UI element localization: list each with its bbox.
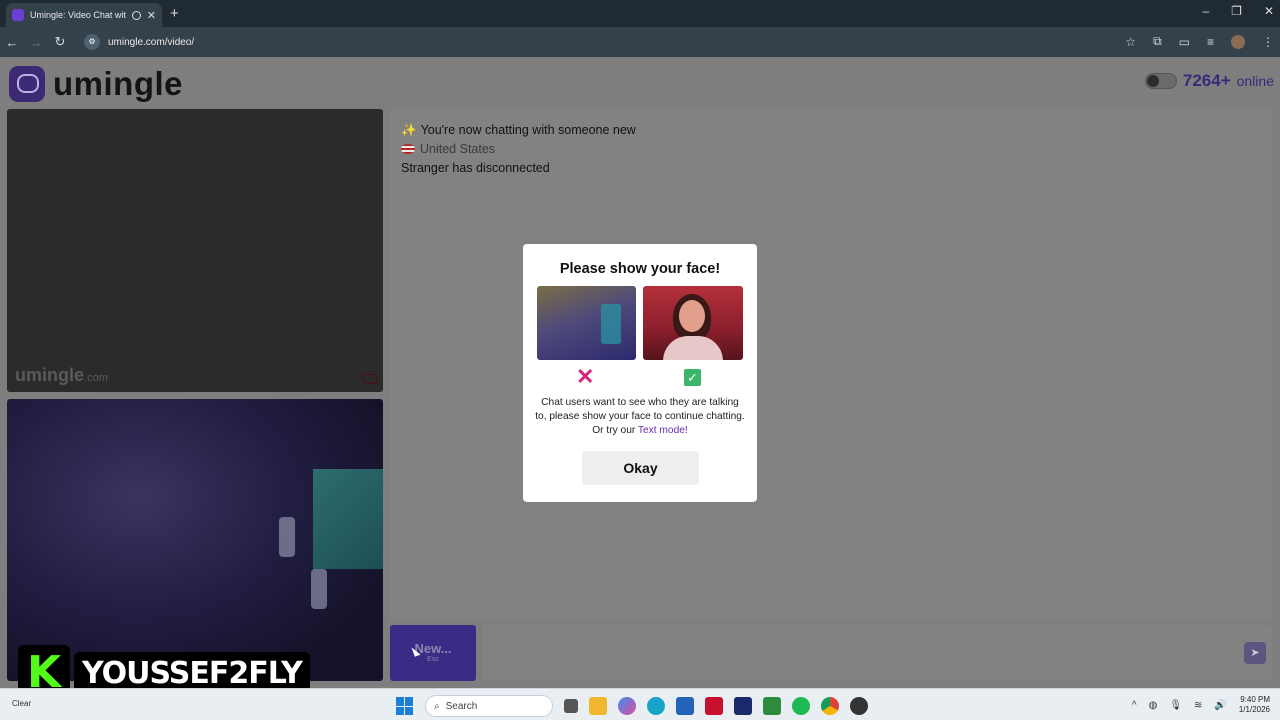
chat-message: United States xyxy=(401,142,495,156)
example-images xyxy=(537,286,743,360)
online-indicator: 7264+ online xyxy=(1144,71,1274,91)
example-body xyxy=(663,336,723,360)
cross-icon: ✕ xyxy=(576,364,595,389)
copilot-icon[interactable] xyxy=(618,697,636,715)
clock[interactable]: 9:40 PM 1/1/2026 xyxy=(1239,695,1270,715)
site-logo[interactable]: umingle xyxy=(9,65,183,103)
cast-icon[interactable]: ▭ xyxy=(1179,35,1190,49)
send-icon[interactable]: ➤ xyxy=(1244,642,1266,664)
chrome-icon[interactable] xyxy=(821,697,839,715)
system-tray: ^ ◍ 🎙 ≋ 🔊 9:40 PM 1/1/2026 xyxy=(1132,695,1270,715)
clock-time: 9:40 PM xyxy=(1240,695,1270,704)
xbox-icon[interactable] xyxy=(763,697,781,715)
reload-icon[interactable]: ↻ xyxy=(48,34,72,50)
forward-arrow-icon[interactable]: → xyxy=(24,35,48,50)
taskbar-apps: ⌕ Search xyxy=(396,695,868,717)
sparkle-icon: ✨ xyxy=(401,123,417,137)
store-icon[interactable] xyxy=(676,697,694,715)
tab-title: Umingle: Video Chat with S xyxy=(30,10,126,20)
network-icon[interactable]: ◍ xyxy=(1149,700,1158,711)
background-poster xyxy=(313,469,383,569)
background-bottle xyxy=(311,569,327,609)
clock-date: 1/1/2026 xyxy=(1238,705,1270,714)
browser-tab[interactable]: Umingle: Video Chat with S ✕ xyxy=(6,3,162,27)
taskbar-search[interactable]: ⌕ Search xyxy=(425,695,553,717)
address-bar[interactable]: ⚙ umingle.com/video/ xyxy=(80,31,1120,53)
recording-icon xyxy=(131,10,141,20)
mcafee-icon[interactable] xyxy=(705,697,723,715)
online-label: online xyxy=(1236,73,1274,89)
profile-avatar[interactable] xyxy=(1231,34,1245,49)
browser-tools: ☆ ⧉ ▭ ≡ ⋮ xyxy=(1125,34,1274,49)
example-face xyxy=(679,300,705,332)
reading-list-icon[interactable]: ≡ xyxy=(1207,35,1214,49)
chat-message: Stranger has disconnected xyxy=(401,161,550,175)
online-count: 7264+ xyxy=(1182,71,1231,90)
video-watermark: umingle.com xyxy=(15,365,108,385)
file-explorer-icon[interactable] xyxy=(589,697,607,715)
message-input[interactable]: ➤ xyxy=(482,625,1272,681)
close-tab-icon[interactable]: ✕ xyxy=(147,9,156,22)
url-text[interactable]: umingle.com/video/ xyxy=(108,37,194,48)
spotify-icon[interactable] xyxy=(792,697,810,715)
volume-icon[interactable]: 🔊 xyxy=(1214,700,1226,711)
text-mode-link[interactable]: Text mode! xyxy=(638,425,688,436)
edge-icon[interactable] xyxy=(647,697,665,715)
checkmark-icon: ✓ xyxy=(684,369,701,386)
new-tab-button[interactable]: + xyxy=(170,5,179,22)
us-flag-icon xyxy=(401,144,415,154)
browser-toolbar: ← → ↻ ⚙ umingle.com/video/ ☆ ⧉ ▭ ≡ ⋮ xyxy=(0,27,1280,57)
search-icon: ⌕ xyxy=(434,700,440,712)
chat-bubble-logo-icon xyxy=(9,66,45,102)
bad-example-image xyxy=(537,286,636,360)
chat-message: ✨ You're now chatting with someone new xyxy=(401,123,636,137)
okay-button[interactable]: Okay xyxy=(582,451,699,485)
window-controls: – ❐ ✕ xyxy=(1202,4,1274,18)
new-chat-label: New... xyxy=(414,641,452,656)
logo-text: umingle xyxy=(53,65,184,102)
close-window-button[interactable]: ✕ xyxy=(1264,4,1274,18)
umingle-favicon-icon xyxy=(12,9,24,21)
dialog-title: Please show your face! xyxy=(559,261,721,277)
background-bottle xyxy=(279,517,295,557)
windows-taskbar: Clear ⌕ Search ^ ◍ 🎙 ≋ 🔊 9:40 PM 1/1/2026 xyxy=(0,688,1280,720)
site-info-icon[interactable]: ⚙ xyxy=(84,34,100,50)
dialog-description: Chat users want to see who they are talk… xyxy=(535,397,745,436)
task-view-icon[interactable] xyxy=(564,699,578,713)
new-chat-hint: Esc xyxy=(427,656,439,663)
good-example-image xyxy=(643,286,743,360)
back-arrow-icon[interactable]: ← xyxy=(0,35,24,50)
menu-icon[interactable]: ⋮ xyxy=(1262,35,1274,49)
dark-mode-toggle[interactable] xyxy=(1144,73,1177,89)
chevron-up-icon[interactable]: ^ xyxy=(1132,700,1137,711)
mic-icon[interactable]: 🎙 xyxy=(1169,700,1182,711)
obs-icon[interactable] xyxy=(850,697,868,715)
report-flag-icon[interactable] xyxy=(363,374,377,384)
browser-tab-bar: Umingle: Video Chat with S ✕ + – ❐ ✕ xyxy=(0,0,1280,27)
new-chat-button[interactable]: New... Esc xyxy=(390,625,476,681)
bookmark-star-icon[interactable]: ☆ xyxy=(1125,35,1136,49)
start-windows-icon[interactable] xyxy=(396,697,414,715)
lenovo-icon[interactable] xyxy=(734,697,752,715)
show-face-dialog: Please show your face! ✕ ✓ Chat users wa… xyxy=(523,244,757,502)
weather-widget[interactable]: Clear xyxy=(12,699,31,708)
extensions-icon[interactable]: ⧉ xyxy=(1153,34,1162,49)
minimize-button[interactable]: – xyxy=(1202,4,1209,18)
stranger-video: umingle.com xyxy=(7,109,383,392)
wifi-icon[interactable]: ≋ xyxy=(1194,700,1202,711)
self-video xyxy=(7,399,383,681)
maximize-button[interactable]: ❐ xyxy=(1231,4,1242,18)
